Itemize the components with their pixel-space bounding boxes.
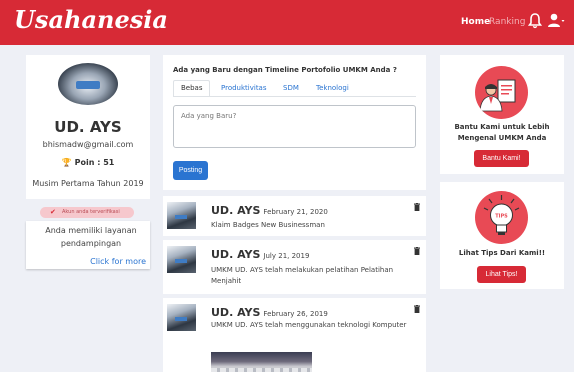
trophy-icon: 🏆 — [61, 158, 72, 167]
lihat-tips-button[interactable]: Lihat Tips! — [477, 266, 526, 283]
lightbulb-icon: TIPS — [483, 195, 520, 235]
tips-card: TIPS Lihat Tips Dari Kami!! Lihat Tips! — [440, 182, 564, 289]
feed-photo — [211, 352, 312, 372]
profile-points: 🏆 Poin : 51 — [26, 158, 150, 167]
trash-icon[interactable] — [414, 247, 420, 255]
survey-illustration — [475, 66, 528, 119]
feed-date: July 21, 2019 — [263, 252, 310, 260]
post-form-card: Ada yang Baru dengan Timeline Portofolio… — [163, 55, 426, 190]
tab-bebas[interactable]: Bebas — [181, 84, 203, 92]
check-icon: ✔ — [50, 208, 56, 216]
feed-author: UD. AYS February 21, 2020 — [211, 204, 328, 217]
post-textarea[interactable] — [173, 105, 416, 148]
verified-badge-label: Akun anda terverifikasi — [62, 209, 120, 215]
tips-label: TIPS — [495, 214, 508, 220]
feed-author-name: UD. AYS — [211, 204, 261, 217]
post-form-title: Ada yang Baru dengan Timeline Portofolio… — [173, 66, 397, 74]
service-text: Anda memiliki layanan pendampingan — [45, 226, 137, 248]
feed-date: February 26, 2019 — [263, 310, 328, 318]
service-card: Anda memiliki layanan pendampingan Click… — [26, 221, 150, 269]
trash-icon[interactable] — [414, 305, 420, 313]
bell-icon[interactable] — [528, 13, 542, 29]
feed-item: UD. AYS July 21, 2019 UMKM UD. AYS telah … — [163, 240, 426, 294]
tab-sdm[interactable]: SDM — [283, 84, 299, 92]
bantu-kami-button[interactable]: Bantu Kami! — [474, 150, 529, 167]
clipboard-person-icon — [479, 79, 516, 112]
feed-thumbnail — [167, 304, 196, 331]
feed-date: February 21, 2020 — [263, 208, 328, 216]
profile-points-label: Poin : 51 — [74, 158, 115, 167]
feed-text: Klaim Badges New Businessman — [211, 221, 325, 229]
profile-season: Musim Pertama Tahun 2019 — [32, 179, 144, 188]
posting-button[interactable]: Posting — [173, 161, 208, 180]
tips-text: Lihat Tips Dari Kami!! — [458, 249, 546, 257]
survey-text: Bantu Kami untuk Lebih Mengenal UMKM And… — [454, 123, 550, 142]
brand-logo[interactable]: Usahanesia — [14, 5, 168, 34]
feed-thumbnail — [167, 246, 196, 273]
nav-home-link[interactable]: Home — [461, 17, 490, 27]
feed-author: UD. AYS February 26, 2019 — [211, 306, 328, 319]
user-icon[interactable] — [547, 12, 565, 30]
trash-icon[interactable] — [414, 203, 420, 211]
tips-illustration: TIPS — [475, 191, 528, 244]
tab-divider — [173, 96, 416, 97]
feed-author-name: UD. AYS — [211, 248, 261, 261]
avatar — [58, 63, 118, 105]
feed-item: UD. AYS February 26, 2019 UMKM UD. AYS te… — [163, 298, 426, 372]
tab-teknologi[interactable]: Teknologi — [316, 84, 349, 92]
feed-author: UD. AYS July 21, 2019 — [211, 248, 309, 261]
verified-badge: ✔ Akun anda terverifikasi — [40, 207, 134, 218]
survey-card: Bantu Kami untuk Lebih Mengenal UMKM And… — [440, 55, 564, 174]
click-for-more-link[interactable]: Click for more — [90, 257, 146, 266]
nav-ranking-link[interactable]: Ranking — [489, 17, 525, 27]
profile-email: bhismadw@gmail.com — [42, 140, 134, 149]
feed-thumbnail — [167, 202, 196, 229]
feed-text: UMKM UD. AYS telah menggunakan teknologi… — [211, 321, 407, 329]
feed-text: UMKM UD. AYS telah melakukan pelatihan P… — [211, 266, 394, 285]
navbar: Usahanesia Home Ranking — [0, 0, 574, 45]
profile-name: UD. AYS — [54, 118, 122, 136]
profile-card: UD. AYS bhismadw@gmail.com 🏆 Poin : 51 Mu… — [26, 55, 150, 199]
feed-author-name: UD. AYS — [211, 306, 261, 319]
feed-item: UD. AYS February 21, 2020 Klaim Badges Ne… — [163, 196, 426, 236]
tab-produktivitas[interactable]: Produktivitas — [221, 84, 267, 92]
